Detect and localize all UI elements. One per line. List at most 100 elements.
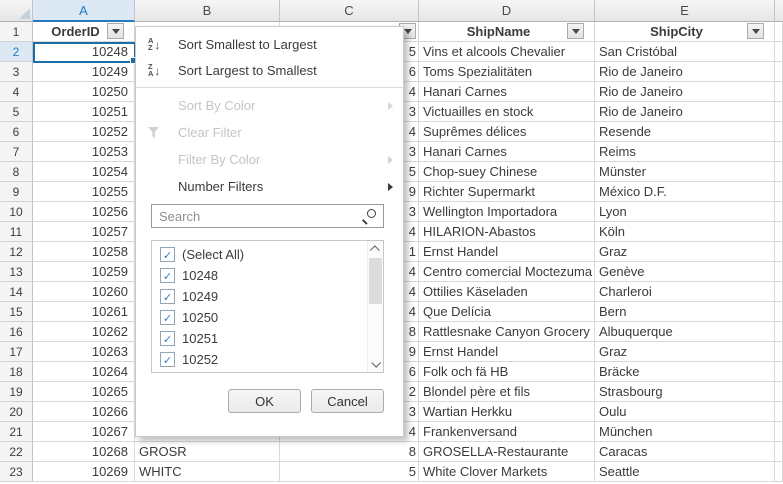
cell-d[interactable]: Toms Spezialitäten [419,62,595,82]
row-header[interactable]: 16 [0,322,33,342]
cell-d[interactable]: Vins et alcools Chevalier [419,42,595,62]
cell-a[interactable]: 10262 [33,322,135,342]
checkbox[interactable] [160,331,175,346]
cell-d[interactable]: White Clover Markets [419,462,595,482]
list-item[interactable]: 10250 [152,307,383,328]
cell-orderid-header[interactable]: OrderID [33,22,135,42]
menu-item-sort-largest-to-smallest[interactable]: Sort Largest to Smallest [136,57,403,83]
cell-d[interactable]: Folk och fä HB [419,362,595,382]
cancel-button[interactable]: Cancel [311,389,384,413]
cell-d[interactable]: Que Delícia [419,302,595,322]
cell-d[interactable]: Ernst Handel [419,242,595,262]
cell-a[interactable]: 10260 [33,282,135,302]
row-header[interactable]: 5 [0,102,33,122]
cell-shipname-header[interactable]: ShipName [419,22,595,42]
row-header[interactable]: 10 [0,202,33,222]
checkbox[interactable] [160,247,175,262]
cell-a[interactable]: 10263 [33,342,135,362]
row-header[interactable]: 18 [0,362,33,382]
row-header[interactable]: 21 [0,422,33,442]
row-header[interactable]: 2 [0,42,33,62]
cell-b[interactable]: WHITC [135,462,280,482]
cell-e[interactable]: Rio de Janeiro [595,82,775,102]
cell-d[interactable]: Hanari Carnes [419,142,595,162]
row-header[interactable]: 8 [0,162,33,182]
cell-a[interactable]: 10251 [33,102,135,122]
row-header[interactable]: 3 [0,62,33,82]
row-header[interactable]: 19 [0,382,33,402]
cell-e[interactable]: México D.F. [595,182,775,202]
cell-a[interactable]: 10250 [33,82,135,102]
cell-a[interactable]: 10267 [33,422,135,442]
cell-a[interactable]: 10253 [33,142,135,162]
row-header[interactable]: 9 [0,182,33,202]
scroll-down-button[interactable] [368,356,383,371]
cell-a[interactable]: 10266 [33,402,135,422]
cell-e[interactable]: Graz [595,342,775,362]
cell-e[interactable]: München [595,422,775,442]
cell-a[interactable]: 10259 [33,262,135,282]
cell-d[interactable]: Blondel père et fils [419,382,595,402]
cell-e[interactable]: Genève [595,262,775,282]
cell-d[interactable]: Ernst Handel [419,342,595,362]
shipcity-filter-button[interactable] [747,23,764,39]
cell-d[interactable]: Wellington Importadora [419,202,595,222]
cell-a[interactable]: 10264 [33,362,135,382]
row-header[interactable]: 23 [0,462,33,482]
cell-d[interactable]: GROSELLA-Restaurante [419,442,595,462]
cell-e[interactable]: Oulu [595,402,775,422]
row-header[interactable]: 22 [0,442,33,462]
cell-a[interactable]: 10252 [33,122,135,142]
cell-a[interactable]: 10256 [33,202,135,222]
cell-e[interactable]: Bern [595,302,775,322]
cell-e[interactable]: San Cristóbal [595,42,775,62]
row-header-1[interactable]: 1 [0,22,33,42]
cell-c[interactable]: 8 [280,442,419,462]
shipname-filter-button[interactable] [567,23,584,39]
list-item[interactable]: 10251 [152,328,383,349]
cell-e[interactable]: Resende [595,122,775,142]
cell-e[interactable]: Rio de Janeiro [595,62,775,82]
cell-e[interactable]: Lyon [595,202,775,222]
cell-d[interactable]: Chop-suey Chinese [419,162,595,182]
ok-button[interactable]: OK [228,389,301,413]
cell-d[interactable]: HILARION-Abastos [419,222,595,242]
cell-a[interactable]: 10261 [33,302,135,322]
scrollbar-thumb[interactable] [369,258,382,304]
row-header[interactable]: 11 [0,222,33,242]
checkbox[interactable] [160,352,175,367]
cell-e[interactable]: Seattle [595,462,775,482]
cell-d[interactable]: Hanari Carnes [419,82,595,102]
cell-d[interactable]: Suprêmes délices [419,122,595,142]
cell-e[interactable]: Reims [595,142,775,162]
cell-a[interactable]: 10265 [33,382,135,402]
cell-d[interactable]: Rattlesnake Canyon Grocery [419,322,595,342]
row-header[interactable]: 17 [0,342,33,362]
cell-e[interactable]: Bräcke [595,362,775,382]
cell-e[interactable]: Münster [595,162,775,182]
checkbox[interactable] [160,268,175,283]
checkbox[interactable] [160,310,175,325]
column-header-d[interactable]: D [419,0,595,22]
cell-c[interactable]: 5 [280,462,419,482]
search-input[interactable] [152,205,383,227]
list-scrollbar[interactable] [367,241,383,372]
cell-e[interactable]: Albuquerque [595,322,775,342]
cell-e[interactable]: Graz [595,242,775,262]
row-header[interactable]: 13 [0,262,33,282]
cell-d[interactable]: Centro comercial Moctezuma [419,262,595,282]
cell-d[interactable]: Victuailles en stock [419,102,595,122]
cell-b[interactable]: GROSR [135,442,280,462]
orderid-filter-button[interactable] [107,23,124,39]
list-item[interactable]: 10249 [152,286,383,307]
cell-e[interactable]: Strasbourg [595,382,775,402]
column-header-a[interactable]: A [33,0,135,22]
cell-a[interactable]: 10248 [33,42,135,62]
row-header[interactable]: 14 [0,282,33,302]
cell-e[interactable]: Caracas [595,442,775,462]
column-header-b[interactable]: B [135,0,280,22]
cell-e[interactable]: Rio de Janeiro [595,102,775,122]
checkbox[interactable] [160,289,175,304]
cell-a[interactable]: 10254 [33,162,135,182]
cell-a[interactable]: 10258 [33,242,135,262]
